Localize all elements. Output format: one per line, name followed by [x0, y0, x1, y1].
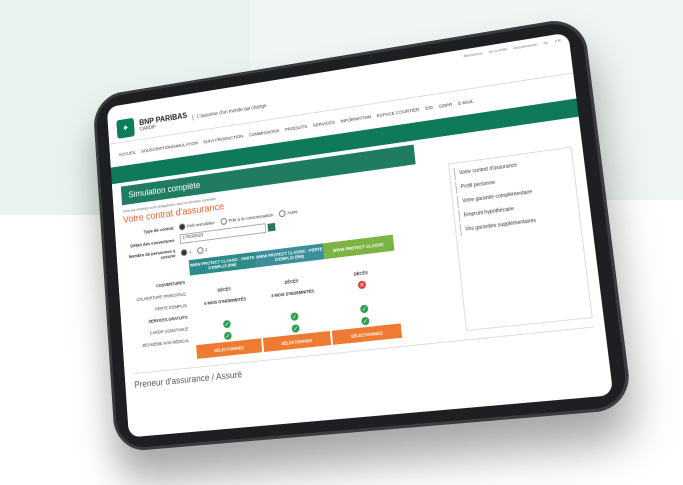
radio-label: Prêt à la consommation	[228, 212, 273, 223]
cross-icon: ✕	[358, 280, 367, 289]
nav-information[interactable]: INFORMATION	[340, 114, 371, 123]
lang-fr-link[interactable]: FR	[555, 37, 561, 43]
lang-nl-link[interactable]: NL	[543, 39, 549, 45]
radio-label: 1	[189, 249, 192, 254]
radio-label: 2	[205, 247, 208, 252]
nav-gdpr[interactable]: GDPR	[439, 102, 453, 109]
nav-espace-courtier[interactable]: ESPACE COURTIER	[377, 107, 420, 118]
radio-persons-1[interactable]: 1	[181, 248, 192, 256]
radio-pret-immobilier[interactable]: Prêt immobilier	[179, 219, 215, 230]
bnp-logo-icon[interactable]: ✦	[116, 118, 135, 139]
radio-dot[interactable]	[196, 246, 203, 254]
logout-link[interactable]: Déconnexion	[513, 41, 538, 50]
brand-tagline: L'assureur d'un monde qui change	[192, 103, 266, 120]
date-text: 00-0-0000	[488, 46, 507, 54]
radio-dot[interactable]	[220, 218, 227, 226]
radio-label: Prêt immobilier	[187, 220, 215, 228]
nav-email[interactable]: E-MAIL	[458, 99, 474, 106]
radio-dot[interactable]	[279, 210, 286, 218]
nav-suivi[interactable]: SUIVI PRODUCTION	[203, 134, 243, 145]
steps-sidebar: Votre contrat d'assurance Profil personn…	[448, 147, 593, 332]
welcome-link[interactable]: Bienvenue	[463, 50, 483, 58]
check-icon: ✓	[224, 332, 232, 341]
check-icon: ✓	[223, 320, 231, 329]
nav-produits[interactable]: PRODUITS	[285, 124, 308, 132]
nav-souscription[interactable]: SOUSCRIPTION/SIMULATION	[141, 141, 198, 154]
tablet-screen: Bienvenue 00-0-0000 Déconnexion NL FR ✦ …	[107, 32, 614, 437]
check-icon: ✓	[360, 304, 369, 313]
radio-persons-2[interactable]: 2	[196, 246, 207, 254]
radio-dot[interactable]	[181, 248, 188, 255]
start-date-label: Début des couvertures	[125, 237, 180, 249]
nav-services[interactable]: SERVICES	[313, 120, 335, 128]
radio-dot[interactable]	[179, 223, 186, 230]
nav-commissions[interactable]: COMMISSIONS	[249, 128, 280, 137]
radio-label: Autre	[287, 209, 298, 215]
calendar-icon[interactable]	[267, 223, 275, 232]
check-icon: ✓	[291, 324, 299, 333]
nav-eid[interactable]: EID	[425, 105, 433, 111]
check-icon: ✓	[290, 312, 298, 321]
radio-autre[interactable]: Autre	[279, 208, 298, 217]
nav-accueil[interactable]: ACCUEIL	[118, 150, 136, 157]
check-icon: ✓	[361, 317, 370, 326]
